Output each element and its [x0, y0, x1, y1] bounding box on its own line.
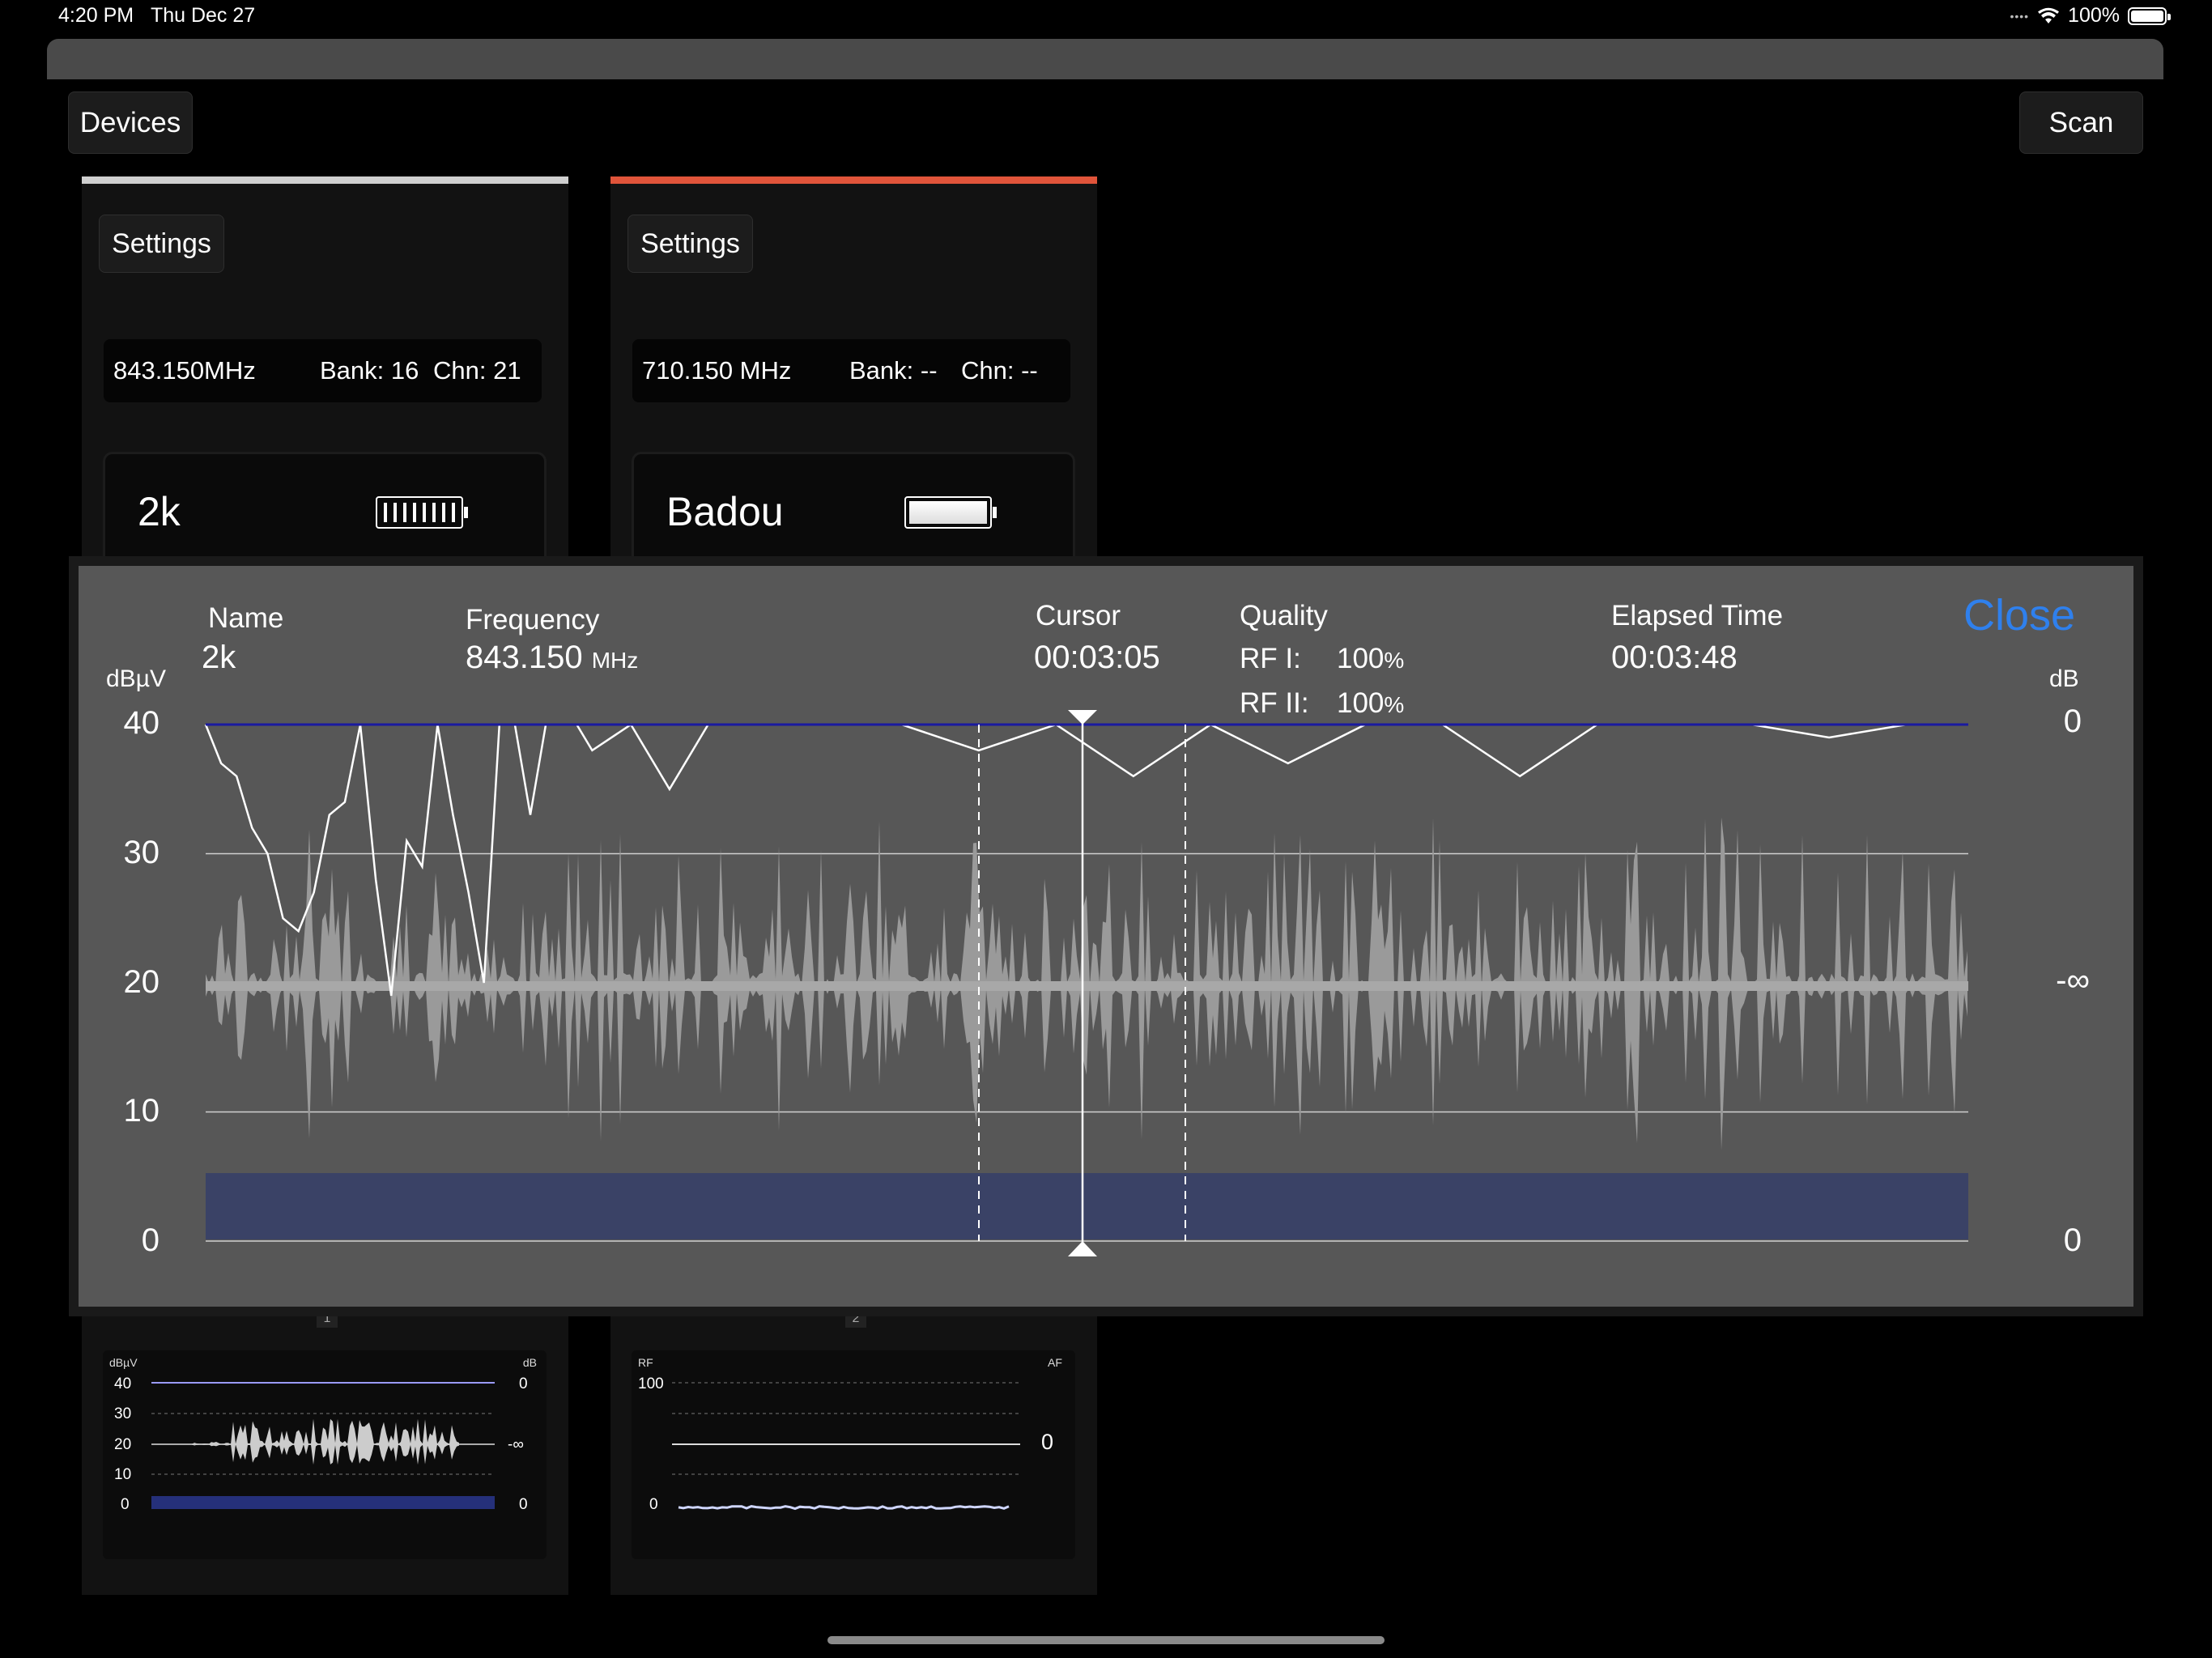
- mini-left-unit: RF: [638, 1356, 653, 1369]
- battery-percent: 100%: [2068, 4, 2120, 27]
- settings-button[interactable]: Settings: [627, 215, 753, 273]
- mini-tick-0: 0: [649, 1496, 658, 1513]
- device-name-box[interactable]: Badou: [632, 452, 1075, 569]
- mini-right-unit: dB: [523, 1356, 537, 1369]
- cursor-top-handle[interactable]: [1068, 710, 1097, 725]
- mini-tick-10: 10: [114, 1466, 131, 1483]
- status-time: 4:20 PM Thu Dec 27: [58, 4, 256, 27]
- scan-button[interactable]: Scan: [2019, 91, 2143, 154]
- bank-value: Bank: --: [849, 356, 938, 385]
- mini-tick-100: 100: [638, 1375, 664, 1392]
- mini-left-unit: dBµV: [109, 1356, 138, 1369]
- mini-right-tick-0b: 0: [519, 1496, 528, 1513]
- home-indicator[interactable]: [827, 1636, 1385, 1644]
- wifi-icon: [2038, 7, 2060, 23]
- frequency-box: 710.150 MHz Bank: -- Chn: --: [632, 339, 1070, 402]
- af-out-band: [206, 1173, 1968, 1239]
- device-name: 2k: [138, 489, 181, 534]
- mini-right-tick-0: 0: [1041, 1430, 1053, 1454]
- device-name-box[interactable]: 2k: [103, 452, 547, 569]
- mini-tick-0: 0: [121, 1496, 130, 1513]
- frequency-value: 710.150 MHz: [642, 356, 792, 385]
- dots-icon: ••••: [2010, 9, 2030, 23]
- status-bar: 4:20 PM Thu Dec 27 •••• 100%: [0, 0, 2212, 32]
- header-bar: [47, 39, 2163, 79]
- mini-chart[interactable]: RF AF 100 0 0: [632, 1350, 1075, 1559]
- mini-tick-40: 40: [114, 1375, 131, 1392]
- mini-chart-svg: dBµV dB 40 30 20 10 0 0 -∞ 0: [109, 1356, 537, 1513]
- status-right: •••• 100%: [2010, 4, 2171, 28]
- mini-waveform: [192, 1418, 459, 1465]
- channel-value: Chn: 21: [433, 356, 521, 385]
- frequency-value: 843.150MHz: [113, 356, 256, 385]
- rf-history-chart[interactable]: [79, 566, 2133, 1307]
- mini-chart-svg: RF AF 100 0 0: [638, 1356, 1062, 1513]
- status-date: Thu Dec 27: [150, 4, 256, 27]
- channel-value: Chn: --: [961, 356, 1038, 385]
- bank-value: Bank: 16: [320, 356, 419, 385]
- mini-right-tick-0: 0: [519, 1375, 528, 1392]
- detail-panel: Name 2k Frequency 843.150 MHz Cursor 00:…: [79, 566, 2133, 1307]
- devices-button[interactable]: Devices: [68, 91, 193, 154]
- device-name: Badou: [666, 489, 784, 534]
- mini-chart[interactable]: dBµV dB 40 30 20 10 0 0 -∞ 0: [103, 1350, 547, 1559]
- af-baseline: [206, 981, 1968, 991]
- frequency-box: 843.150MHz Bank: 16 Chn: 21: [104, 339, 542, 402]
- settings-button[interactable]: Settings: [99, 215, 224, 273]
- detail-overlay: Name 2k Frequency 843.150 MHz Cursor 00:…: [69, 556, 2143, 1316]
- mini-right-unit: AF: [1048, 1356, 1062, 1369]
- mini-rf-line: [678, 1505, 1010, 1511]
- cursor-bottom-handle[interactable]: [1068, 1241, 1097, 1256]
- battery-icon: [376, 496, 468, 529]
- battery-icon: [904, 496, 997, 529]
- mini-tick-20: 20: [114, 1436, 131, 1453]
- mini-right-tick-inf: -∞: [508, 1436, 524, 1453]
- device-status-bar: [82, 176, 568, 184]
- battery-icon: [2128, 6, 2171, 25]
- mini-tick-30: 30: [114, 1405, 131, 1422]
- device-status-bar: [610, 176, 1097, 184]
